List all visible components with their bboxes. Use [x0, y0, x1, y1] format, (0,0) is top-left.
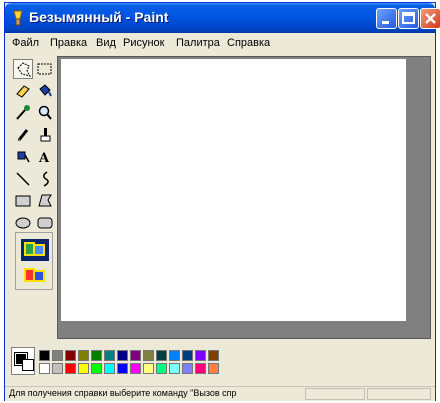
color-palette: [11, 347, 431, 379]
pencil-icon: [17, 129, 29, 142]
tool-options-panel: [15, 232, 53, 290]
color-swatch-top-2[interactable]: [52, 350, 63, 361]
title-bar[interactable]: Безымянный - Paint: [5, 3, 440, 33]
color-swatch-top-9[interactable]: [143, 350, 154, 361]
polygon-icon: [38, 194, 52, 207]
color-swatch-bottom-7[interactable]: [117, 363, 128, 374]
transparent-background-icon: [24, 268, 45, 282]
color-swatch-top-14[interactable]: [208, 350, 219, 361]
menu-edit[interactable]: Правка: [50, 37, 87, 49]
paint-app-icon: [13, 10, 23, 26]
drawing-canvas[interactable]: [61, 59, 406, 321]
rectangle-tool[interactable]: [13, 191, 33, 211]
color-swatch-top-13[interactable]: [195, 350, 206, 361]
menu-help[interactable]: Справка: [227, 37, 270, 49]
magnifier-tool[interactable]: [35, 103, 55, 123]
menu-view[interactable]: Вид: [96, 37, 116, 49]
color-swatch-bottom-5[interactable]: [91, 363, 102, 374]
toolbox: A: [11, 56, 57, 339]
color-swatch-bottom-13[interactable]: [195, 363, 206, 374]
color-swatch-bottom-2[interactable]: [52, 363, 63, 374]
text-icon: A: [38, 151, 50, 166]
color-swatch-bottom-11[interactable]: [169, 363, 180, 374]
color-swatch-top-4[interactable]: [78, 350, 89, 361]
color-swatch-bottom-10[interactable]: [156, 363, 167, 374]
pencil-tool[interactable]: [13, 125, 33, 145]
free-form-select-icon: [17, 62, 32, 77]
brush-icon: [40, 128, 51, 142]
ellipse-icon: [15, 217, 31, 229]
menu-bar: Файл Правка Вид Рисунок Палитра Справка: [5, 33, 435, 53]
status-bar: Для получения справки выберите команду "…: [5, 386, 435, 401]
status-text: Для получения справки выберите команду "…: [9, 388, 237, 398]
rect-select-tool[interactable]: [35, 59, 55, 79]
current-colors: [11, 347, 35, 375]
color-swatch-bottom-1[interactable]: [39, 363, 50, 374]
color-swatch-top-1[interactable]: [39, 350, 50, 361]
color-swatch-bottom-8[interactable]: [130, 363, 141, 374]
curve-icon: [43, 171, 49, 187]
magnifier-icon: [38, 105, 52, 120]
airbrush-tool[interactable]: [13, 147, 33, 167]
polygon-tool[interactable]: [35, 191, 55, 211]
color-swatch-top-10[interactable]: [156, 350, 167, 361]
opaque-background-option[interactable]: [21, 239, 49, 261]
color-swatch-bottom-9[interactable]: [143, 363, 154, 374]
fill-tool[interactable]: [35, 81, 55, 101]
fill-icon: [39, 84, 52, 97]
text-tool[interactable]: A: [35, 147, 55, 167]
close-icon: [425, 13, 436, 24]
rect-select-icon: [37, 63, 52, 75]
color-swatch-top-12[interactable]: [182, 350, 193, 361]
color-swatch-top-11[interactable]: [169, 350, 180, 361]
rounded-rect-icon: [37, 217, 53, 229]
svg-text:A: A: [38, 151, 50, 166]
minimize-icon: [382, 21, 389, 24]
workspace: [57, 56, 431, 339]
maximize-button[interactable]: [398, 8, 419, 29]
airbrush-icon: [17, 151, 30, 163]
color-swatch-bottom-12[interactable]: [182, 363, 193, 374]
close-button[interactable]: [420, 8, 440, 29]
rounded-rect-tool[interactable]: [35, 213, 55, 233]
color-swatch-top-6[interactable]: [104, 350, 115, 361]
ellipse-tool[interactable]: [13, 213, 33, 233]
color-swatch-bottom-14[interactable]: [208, 363, 219, 374]
color-swatch-top-5[interactable]: [91, 350, 102, 361]
eraser-icon: [16, 85, 30, 98]
transparent-background-option[interactable]: [21, 265, 49, 287]
line-tool[interactable]: [13, 169, 33, 189]
line-icon: [16, 172, 30, 186]
color-swatch-bottom-6[interactable]: [104, 363, 115, 374]
status-panel-size: [367, 388, 431, 400]
menu-colors[interactable]: Палитра: [176, 37, 220, 49]
paint-window: Безымянный - Paint Файл Правка Вид Рисун…: [4, 2, 440, 401]
color-swatch-top-8[interactable]: [130, 350, 141, 361]
menu-image[interactable]: Рисунок: [123, 37, 165, 49]
color-swatch-bottom-4[interactable]: [78, 363, 89, 374]
window-title: Безымянный - Paint: [29, 9, 169, 25]
color-picker-icon: [16, 105, 30, 120]
brush-tool[interactable]: [35, 125, 55, 145]
menu-file[interactable]: Файл: [12, 37, 39, 49]
rectangle-icon: [15, 195, 31, 207]
color-swatch-top-7[interactable]: [117, 350, 128, 361]
color-swatch-bottom-3[interactable]: [65, 363, 76, 374]
eraser-tool[interactable]: [13, 81, 33, 101]
opaque-background-icon: [24, 242, 45, 256]
status-panel-position: [305, 388, 365, 400]
color-swatch-top-3[interactable]: [65, 350, 76, 361]
minimize-button[interactable]: [376, 8, 397, 29]
color-picker-tool[interactable]: [13, 103, 33, 123]
free-form-select-tool[interactable]: [13, 59, 33, 79]
maximize-icon: [402, 12, 415, 24]
curve-tool[interactable]: [35, 169, 55, 189]
background-color: [22, 359, 34, 371]
